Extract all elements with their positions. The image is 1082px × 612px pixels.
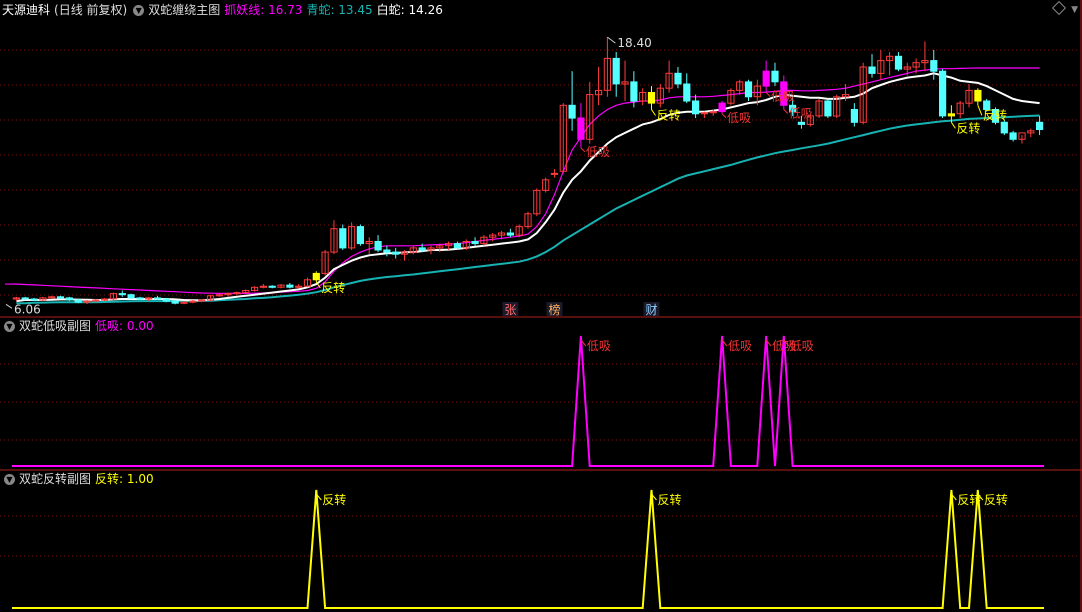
candle	[383, 249, 391, 253]
indicator-zhaoyao: 抓妖线: 16.73	[224, 3, 303, 17]
event-marker: 财	[645, 303, 657, 317]
candle	[939, 70, 947, 117]
sub2-header: ▼ 双蛇反转副图 反转: 1.00	[2, 471, 158, 487]
candle	[374, 241, 382, 251]
candle	[268, 285, 276, 288]
candle	[21, 297, 29, 300]
series-line-dixi	[12, 335, 1044, 467]
sub1-name: 双蛇低吸副图	[19, 319, 92, 333]
candle	[850, 109, 858, 123]
candle	[692, 100, 700, 115]
sub1-header: ▼ 双蛇低吸副图 低吸: 0.00	[2, 318, 158, 334]
signal-pointer	[651, 109, 656, 116]
candle	[577, 117, 585, 140]
low-price-label: 6.06	[14, 302, 41, 316]
high-price-label: 18.40	[617, 36, 651, 50]
indicator-qingshe: 青蛇: 13.45	[306, 3, 373, 17]
chevron-down-icon[interactable]: ▼	[4, 321, 15, 332]
candle	[974, 89, 982, 102]
series-line-qingshe	[16, 114, 1040, 305]
signal-pointer	[783, 109, 789, 114]
signal-label: 低吸	[790, 339, 814, 353]
candle	[171, 300, 179, 304]
candle	[356, 226, 364, 245]
chart-canvas: 低吸低吸低吸低吸反转反转反转反转18.406.06 张榜财低吸 低吸 低吸低吸反转 反转…	[0, 0, 1082, 612]
candle	[65, 297, 73, 301]
main-indicator-name: 双蛇缠绕主图	[148, 3, 221, 17]
signal-label-dixi: 低吸	[771, 90, 795, 104]
candle	[868, 66, 876, 74]
candle	[471, 241, 479, 245]
candle	[312, 272, 320, 281]
candle	[718, 102, 726, 113]
candle	[1009, 132, 1017, 140]
candle	[506, 232, 514, 236]
series-line-baishe	[16, 72, 1040, 303]
signal-pointer	[580, 147, 586, 153]
candle	[797, 121, 805, 125]
candle	[118, 293, 126, 296]
sub2-value: 反转: 1.00	[95, 472, 154, 486]
signal-pointer	[977, 105, 983, 116]
candle	[30, 298, 38, 301]
candle	[568, 104, 576, 119]
signal-label-dixi: 低吸	[727, 111, 751, 125]
indicator-baishe: 白蛇: 14.26	[376, 3, 443, 17]
signal-label-fanzhuan: 反转	[983, 107, 1007, 122]
candle	[947, 113, 955, 117]
signal-label-fanzhuan: 反转	[956, 120, 980, 135]
candle	[683, 83, 691, 102]
signal-pointer	[765, 92, 771, 97]
signal-pointer	[721, 113, 727, 119]
candle	[550, 172, 559, 175]
signal-label-dixi: 低吸	[789, 107, 813, 121]
signal-label: 反转	[657, 492, 681, 507]
stock-name: 天源迪科	[2, 3, 51, 17]
high-pointer	[607, 36, 616, 44]
candle	[647, 92, 656, 104]
main-header: 天源迪科 (日线 前复权) ▼ 双蛇缠绕主图 抓妖线: 16.73 青蛇: 13.45 白蛇…	[2, 2, 447, 18]
candle	[612, 57, 620, 85]
candle	[1000, 121, 1008, 134]
candle	[154, 297, 162, 300]
signal-label-fanzhuan: 反转	[321, 280, 345, 295]
candle	[392, 251, 400, 255]
candle	[418, 247, 426, 251]
candle	[630, 81, 638, 102]
candle	[771, 70, 779, 83]
candle	[74, 299, 82, 303]
candle	[894, 55, 903, 70]
candle	[136, 297, 144, 300]
signal-label-fanzhuan: 反转	[656, 108, 680, 123]
chevron-down-icon[interactable]: ▼	[4, 474, 15, 485]
signal-label: 反转	[984, 492, 1008, 507]
candle	[744, 81, 753, 98]
period-label: (日线 前复权)	[54, 3, 128, 17]
event-marker: 榜	[548, 302, 560, 317]
candle	[286, 284, 294, 288]
candle	[824, 100, 832, 117]
sub2-name: 双蛇反转副图	[19, 472, 92, 486]
chevron-down-icon[interactable]: ▼	[133, 5, 145, 16]
signal-label-dixi: 低吸	[586, 145, 610, 159]
signal-label: 低吸	[728, 339, 752, 353]
candle	[56, 296, 65, 299]
signal-label: 反转	[322, 492, 346, 507]
series-line-fanzhuan	[12, 489, 1044, 609]
candle	[930, 60, 938, 72]
candle	[674, 72, 682, 85]
candle	[127, 294, 135, 299]
signal-pointer	[950, 122, 956, 129]
signal-label: 低吸	[587, 339, 611, 353]
candle	[162, 298, 171, 302]
candle	[453, 243, 461, 249]
candle	[339, 228, 347, 249]
event-marker: 张	[504, 303, 516, 317]
candle	[762, 70, 770, 87]
chevron-down-icon[interactable]: ▼	[1071, 5, 1078, 15]
low-pointer	[5, 303, 13, 309]
candle	[1036, 121, 1044, 131]
sub1-value: 低吸: 0.00	[95, 319, 154, 333]
